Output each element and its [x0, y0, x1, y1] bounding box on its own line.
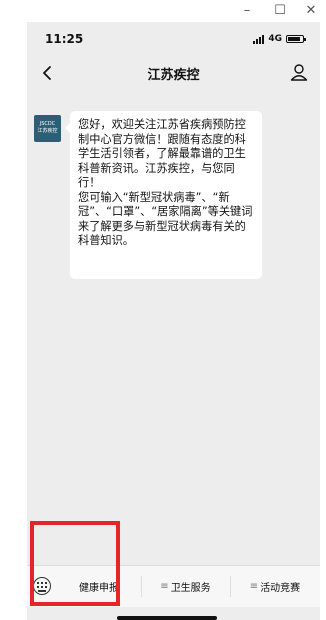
message-bubble: 您好，欢迎关注江苏省疾病预防控制中心官方微信！跟随有态度的科学生活引领者，了解最… — [65, 111, 262, 279]
status-time: 11:25 — [45, 32, 84, 46]
submenu-icon: ≡ — [160, 581, 169, 592]
menu-item-health-services[interactable]: ≡ 卫生服务 — [141, 566, 230, 607]
home-indicator — [117, 616, 217, 620]
avatar[interactable]: JSCDC 江苏疾控 — [34, 115, 61, 142]
menu-item-label: 卫生服务 — [170, 583, 211, 594]
person-icon[interactable] — [288, 61, 310, 83]
avatar-logo-text: JSCDC — [39, 121, 56, 127]
menu-item-activity-contest[interactable]: ≡ 活动竞赛 — [230, 566, 320, 607]
window-titlebar: – ☐ ✕ — [0, 0, 326, 22]
status-indicators: 4G — [253, 33, 306, 45]
signal-icon — [253, 34, 265, 44]
highlight-annotation-box — [30, 521, 120, 606]
network-type: 4G — [268, 34, 282, 44]
chat-header: 江苏疾控 — [27, 56, 320, 90]
battery-icon — [286, 35, 306, 43]
minimize-button[interactable]: – — [236, 2, 258, 20]
avatar-name-text: 江苏疾控 — [37, 128, 58, 134]
status-bar: 11:25 4G — [27, 22, 320, 56]
page-title: 江苏疾控 — [147, 68, 200, 83]
message-text: 您好，欢迎关注江苏省疾病预防控制中心官方微信！跟随有态度的科学生活引领者，了解最… — [78, 118, 253, 247]
submenu-icon: ≡ — [249, 581, 259, 592]
maximize-button[interactable]: ☐ — [269, 2, 291, 20]
close-button[interactable]: ✕ — [300, 2, 322, 20]
menu-item-label: 活动竞赛 — [260, 583, 301, 594]
